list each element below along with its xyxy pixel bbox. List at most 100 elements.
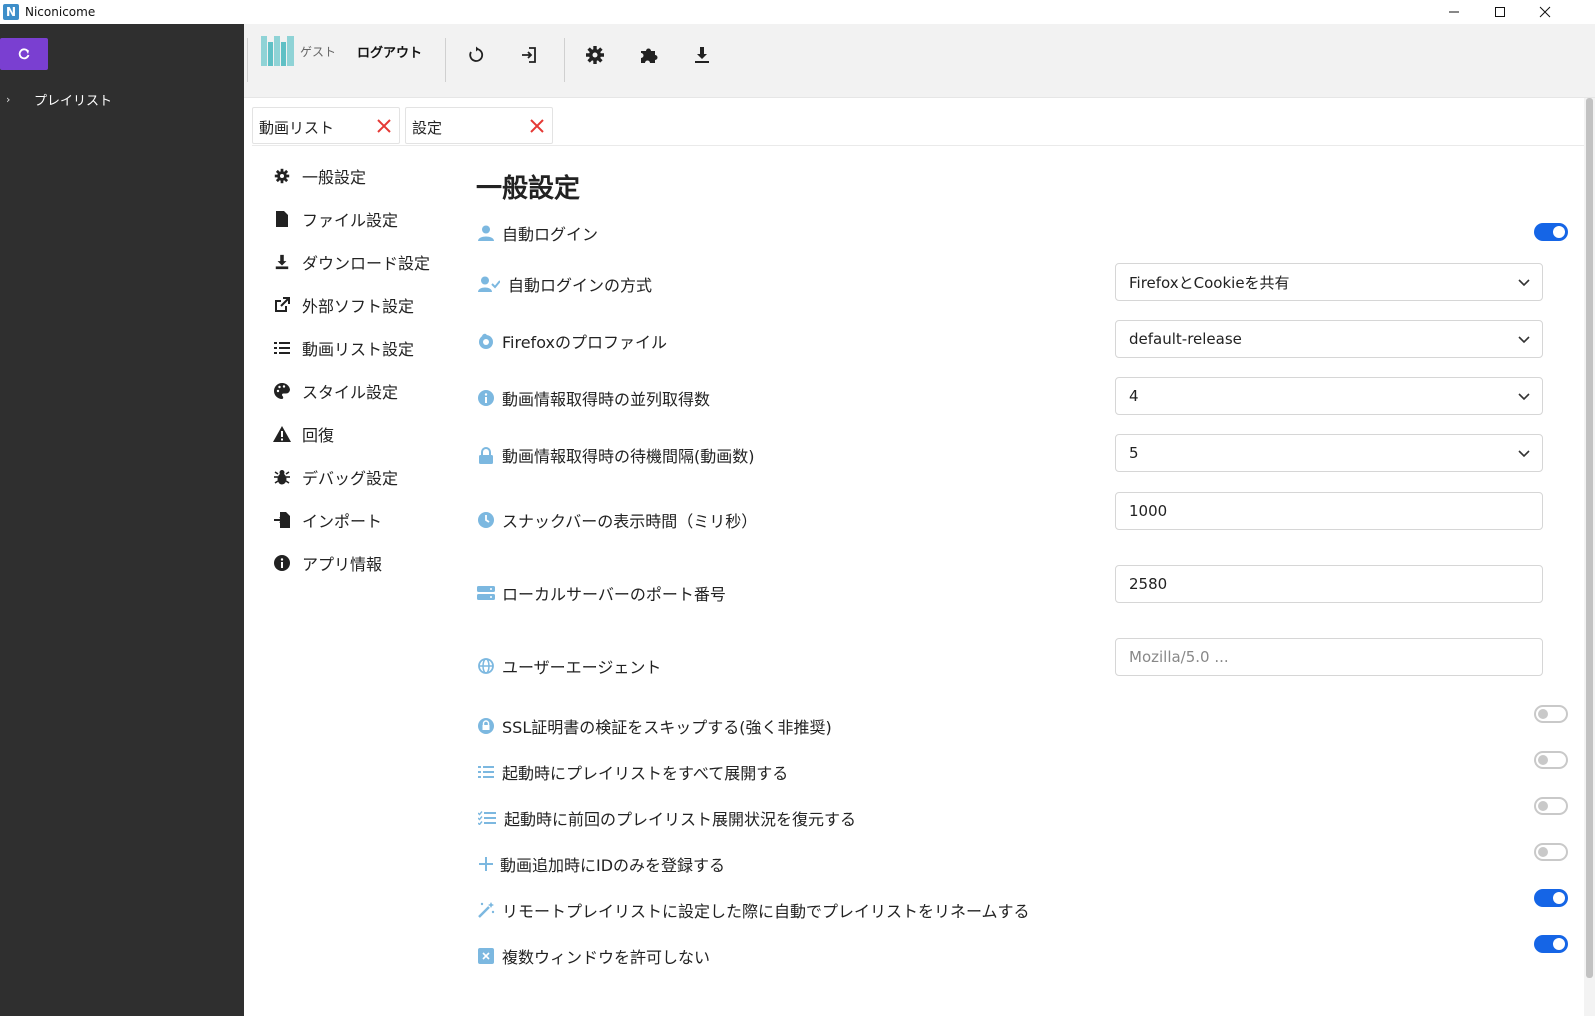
sign-in-button[interactable] (514, 40, 544, 70)
gear-icon (272, 166, 292, 186)
setting-wait-interval: 動画情報取得時の待機間隔(動画数) 5 (476, 434, 1576, 472)
minimize-button[interactable] (1431, 0, 1477, 24)
tree-item-label: プレイリスト (34, 94, 113, 109)
list-check-icon (476, 808, 498, 828)
tab-bar: 動画リスト 設定 (252, 107, 558, 144)
setting-label: 自動ログインの方式 (508, 276, 653, 295)
auto-rename-toggle[interactable] (1534, 889, 1568, 907)
sign-in-icon (522, 47, 536, 63)
wait-interval-select[interactable]: 5 (1115, 434, 1543, 472)
tab-settings[interactable]: 設定 (405, 107, 553, 144)
user-icon (476, 223, 496, 243)
close-window-button[interactable] (1522, 0, 1568, 24)
setting-label: 起動時に前回のプレイリスト展開状況を復元する (504, 810, 857, 829)
username-label: ゲスト (300, 45, 337, 59)
setting-restore-expand: 起動時に前回のプレイリスト展開状況を復元する (476, 797, 1576, 830)
login-method-select[interactable]: FirefoxとCookieを共有 (1115, 263, 1543, 301)
close-tab-icon[interactable] (373, 114, 395, 138)
refresh-playlist-button[interactable] (0, 38, 48, 70)
nav-item-label: 動画リスト設定 (302, 339, 415, 359)
download-icon (695, 47, 709, 63)
playlist-sidebar: › プレイリスト (0, 24, 244, 1016)
vertical-scrollbar[interactable] (1584, 98, 1595, 1016)
nav-item-debug[interactable]: デバッグ設定 (272, 455, 452, 498)
nav-item-label: ファイル設定 (302, 210, 399, 230)
window-close-icon (476, 946, 496, 966)
ssl-lock-icon (476, 716, 496, 736)
nav-item-download[interactable]: ダウンロード設定 (272, 240, 452, 283)
logout-button[interactable]: ログアウト (357, 42, 422, 61)
single-window-toggle[interactable] (1534, 935, 1568, 953)
user-check-icon (476, 274, 502, 294)
setting-label: ローカルサーバーのポート番号 (502, 585, 726, 604)
list-icon (476, 762, 496, 782)
external-link-icon (272, 295, 292, 315)
close-tab-icon[interactable] (526, 114, 548, 138)
user-agent-input[interactable] (1115, 638, 1543, 676)
restore-expand-toggle[interactable] (1534, 797, 1568, 815)
toolbar: ゲスト ログアウト (244, 24, 1595, 98)
nav-item-recovery[interactable]: 回復 (272, 412, 452, 455)
tab-video-list[interactable]: 動画リスト (252, 107, 400, 144)
select-value: 5 (1129, 444, 1139, 462)
skip-ssl-toggle[interactable] (1534, 705, 1568, 723)
main-panel: 動画リスト 設定 一般設定 ファイル設定 ダウンロード設定 外部ソフト設定 動画… (244, 98, 1584, 1016)
setting-firefox-profile: Firefoxのプロファイル default-release (476, 320, 1576, 358)
reload-icon (469, 46, 484, 62)
chevron-down-icon (1518, 393, 1530, 401)
setting-label: リモートプレイリストに設定した際に自動でプレイリストをリネームする (502, 902, 1030, 921)
nav-item-label: デバッグ設定 (302, 468, 399, 488)
nav-item-import[interactable]: インポート (272, 498, 452, 541)
chevron-down-icon (1518, 450, 1530, 458)
bug-icon (272, 467, 292, 487)
chevron-right-icon[interactable]: › (6, 93, 28, 106)
app-icon: N (3, 4, 19, 20)
nav-item-video-list[interactable]: 動画リスト設定 (272, 326, 452, 369)
nav-item-app-info[interactable]: アプリ情報 (272, 541, 452, 584)
lock-icon (476, 445, 496, 465)
nav-item-general[interactable]: 一般設定 (272, 154, 452, 197)
download-button[interactable] (687, 40, 717, 70)
nav-item-file[interactable]: ファイル設定 (272, 197, 452, 240)
snackbar-duration-input[interactable] (1115, 492, 1543, 530)
setting-server-port: ローカルサーバーのポート番号 (476, 565, 1576, 605)
firefox-profile-select[interactable]: default-release (1115, 320, 1543, 358)
chevron-down-icon (1518, 336, 1530, 344)
settings-content: 一般設定 自動ログイン 自動ログインの方式 FirefoxとCookieを共有 … (476, 168, 1576, 967)
setting-id-only: 動画追加時にIDのみを登録する (476, 843, 1576, 876)
select-value: FirefoxとCookieを共有 (1129, 273, 1290, 292)
warning-icon (272, 424, 292, 444)
scrollbar-thumb[interactable] (1586, 98, 1593, 978)
server-port-input[interactable] (1115, 565, 1543, 603)
nav-item-external-software[interactable]: 外部ソフト設定 (272, 283, 452, 326)
setting-label: 自動ログイン (502, 225, 599, 244)
reload-button[interactable] (461, 40, 491, 70)
maximize-button[interactable] (1477, 0, 1523, 24)
toolbar-divider (247, 38, 248, 82)
parallel-count-select[interactable]: 4 (1115, 377, 1543, 415)
globe-icon (476, 656, 496, 676)
expand-all-toggle[interactable] (1534, 751, 1568, 769)
setting-label: 動画情報取得時の待機間隔(動画数) (502, 447, 755, 466)
nav-item-label: インポート (302, 511, 383, 531)
setting-auto-rename: リモートプレイリストに設定した際に自動でプレイリストをリネームする (476, 889, 1576, 922)
window-title: Niconicome (25, 5, 96, 19)
addons-button[interactable] (634, 40, 664, 70)
setting-label: 動画追加時にIDのみを登録する (500, 856, 726, 875)
id-only-toggle[interactable] (1534, 843, 1568, 861)
tab-label: 動画リスト (259, 119, 335, 137)
setting-expand-all: 起動時にプレイリストをすべて展開する (476, 751, 1576, 784)
nav-item-style[interactable]: スタイル設定 (272, 369, 452, 412)
server-icon (476, 583, 496, 603)
auto-login-toggle[interactable] (1534, 223, 1568, 241)
setting-label: ユーザーエージェント (502, 658, 662, 677)
tree-item-playlist[interactable]: › プレイリスト (6, 90, 112, 109)
refresh-icon (18, 48, 30, 60)
setting-login-method: 自動ログインの方式 FirefoxとCookieを共有 (476, 263, 1576, 301)
palette-icon (272, 381, 292, 401)
title-bar: N Niconicome (0, 0, 1595, 24)
settings-button[interactable] (580, 40, 610, 70)
setting-single-window: 複数ウィンドウを許可しない (476, 935, 1576, 968)
nav-item-label: 一般設定 (302, 167, 367, 187)
nav-item-label: スタイル設定 (302, 382, 399, 402)
